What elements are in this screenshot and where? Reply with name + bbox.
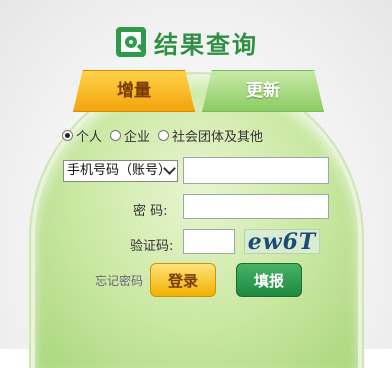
- password-input[interactable]: [183, 194, 329, 219]
- page-title: 结果查询: [154, 30, 258, 59]
- radio-enterprise[interactable]: 企业: [110, 126, 150, 145]
- captcha-label: 验证码:: [130, 239, 174, 254]
- captcha-input[interactable]: [183, 229, 235, 254]
- radio-organization[interactable]: 社会团体及其他: [158, 126, 263, 145]
- captcha-image[interactable]: ew6T: [244, 229, 320, 254]
- account-type-select[interactable]: 手机号码（账号）: [63, 160, 178, 182]
- account-type-value: 手机号码（账号）: [67, 163, 172, 178]
- tab-increment[interactable]: 增量: [73, 70, 195, 112]
- entity-type-radio-group: 个人 企业 社会团体及其他: [62, 126, 271, 145]
- radio-organization-button[interactable]: [158, 130, 170, 141]
- radio-organization-label: 社会团体及其他: [172, 130, 264, 145]
- tab-update[interactable]: 更新: [202, 70, 324, 112]
- radio-personal-button[interactable]: [62, 130, 73, 141]
- login-button[interactable]: 登录: [150, 263, 216, 297]
- radio-personal-label: 个人: [76, 130, 103, 145]
- password-label: 密 码:: [133, 204, 168, 219]
- forgot-password-link[interactable]: 忘记密码: [95, 272, 143, 289]
- radio-enterprise-label: 企业: [124, 130, 151, 145]
- radio-enterprise-button[interactable]: [110, 130, 122, 141]
- search-logo-icon: [116, 27, 146, 57]
- radio-personal[interactable]: 个人: [62, 126, 102, 145]
- title-bar: 结果查询: [116, 24, 258, 60]
- account-input[interactable]: [183, 157, 329, 184]
- fill-report-button[interactable]: 填报: [236, 263, 302, 297]
